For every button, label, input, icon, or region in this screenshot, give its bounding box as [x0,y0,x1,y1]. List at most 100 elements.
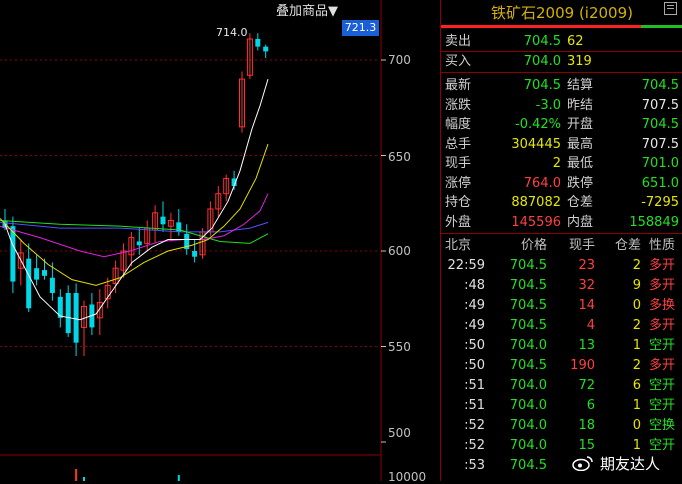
stat-value: 707.5 [641,136,679,152]
candle-body [136,241,142,246]
trade-type: 多开 [649,278,676,293]
trade-type: 多开 [649,318,676,333]
stat-value: 2 [552,156,561,171]
trade-time: :50 [464,358,485,373]
trade-price: 704.5 [509,258,547,273]
trade-row[interactable]: :48 704.5 32 9 多开 [441,276,682,296]
trade-row[interactable]: :52 704.0 18 0 空换 [441,416,682,436]
ma-line-yellow [0,143,269,286]
header-vol: 现手 [568,238,595,253]
stat-label: 昨结 [567,97,594,113]
overlay-commodity-button[interactable]: 叠加商品▼ [276,0,338,19]
trade-type: 多开 [649,358,676,373]
trade-volume: 32 [578,278,595,293]
trade-oi-change: 1 [632,338,641,353]
stat-label: 最新 [445,78,472,93]
sell-ratio-bar [641,25,682,28]
trade-price: 704.0 [509,398,547,413]
trade-volume: 18 [578,418,595,433]
header-price: 价格 [520,238,547,253]
stat-value: 887082 [511,195,561,210]
trade-row[interactable]: :50 704.5 190 2 多开 [441,356,682,376]
trade-row[interactable]: :51 704.0 72 6 空开 [441,376,682,396]
trade-time: :52 [464,418,485,433]
stats-row: 涨停 764.0 跌停 651.0 [441,174,682,193]
stat-value: 304445 [511,136,561,152]
y-tick-volume: 10000 [388,470,427,484]
kline-chart-canvas[interactable] [0,0,438,481]
trade-time: :49 [464,318,485,333]
high-price-label: 714.0 [216,26,248,39]
stat-label: 最高 [567,136,594,152]
stat-label: 开盘 [567,117,594,132]
stats-row: 持仓 887082 仓差 -7295 [441,193,682,212]
candle-body [49,277,55,294]
stats-row: 现手 2 最低 701.0 [441,154,682,173]
stat-label: 持仓 [445,195,472,210]
stat-label: 外盘 [445,214,472,230]
trade-type: 多换 [649,298,676,313]
trade-type: 空开 [649,398,676,413]
stat-label: 幅度 [445,117,472,132]
trade-volume: 72 [578,378,595,393]
ma-line-white [4,78,269,321]
trade-oi-change: 0 [632,418,641,433]
trade-time: :49 [464,298,485,313]
trade-type: 多开 [649,258,676,273]
trade-time: :50 [464,338,485,353]
sell-qty: 62 [567,34,584,49]
candle-body [263,46,269,52]
candle-body [73,293,79,343]
stat-label: 涨跌 [445,97,472,113]
y-tick-600: 600 [388,244,411,258]
header-oi: 仓差 [614,238,641,253]
header-time: 北京 [445,238,472,253]
stat-label: 涨停 [445,175,472,191]
stat-label: 最低 [567,156,594,171]
stat-label: 仓差 [567,195,594,210]
stat-value: 701.0 [641,156,679,171]
trade-volume: 4 [586,318,595,333]
trade-row[interactable]: :50 704.0 13 1 空开 [441,336,682,356]
trade-time: :51 [464,378,485,393]
buy-price: 704.0 [523,54,561,69]
stat-label: 现手 [445,156,472,171]
stat-value: 704.5 [523,78,561,93]
trade-time: :51 [464,398,485,413]
trade-row[interactable]: :49 704.5 4 2 多开 [441,316,682,336]
stat-label: 内盘 [567,214,594,230]
stat-value: -3.0 [535,97,561,113]
buy-ratio-bar [441,25,641,28]
trade-time: 22:59 [447,258,485,273]
y-tick-650: 650 [388,150,411,164]
trade-volume: 6 [586,398,595,413]
trade-row[interactable]: 22:59 704.5 23 2 多开 [441,256,682,276]
trade-type: 空换 [649,418,676,433]
stat-label: 总手 [445,136,472,152]
stat-value: -0.42% [515,117,561,132]
trade-volume: 13 [578,338,595,353]
stats-row: 幅度 -0.42% 开盘 704.5 [441,115,682,134]
trade-oi-change: 2 [632,358,641,373]
trades-header: 北京 价格 现手 仓差 性质 [441,236,682,256]
quote-panel: 铁矿石2009 (i2009) 卖出 704.5 62 买入 704.0 319… [440,0,682,481]
trade-price: 704.0 [509,378,547,393]
current-price-tag: 721.3 [342,20,379,36]
y-tick-700: 700 [388,53,411,67]
trade-row[interactable]: :49 704.5 14 0 多换 [441,296,682,316]
trade-volume: 15 [578,438,595,453]
trade-row[interactable]: :51 704.0 6 1 空开 [441,396,682,416]
trade-price: 704.0 [509,418,547,433]
menu-icon[interactable] [664,2,677,15]
sell-row: 卖出 704.5 62 [441,32,682,51]
trade-price: 704.0 [509,338,547,353]
kline-chart[interactable]: 叠加商品▼ 721.3 714.0 700 650 600 550 500 10… [0,0,438,484]
trade-oi-change: 2 [632,258,641,273]
y-tick-500: 500 [388,426,411,440]
candle-body [255,38,261,47]
buy-row: 买入 704.0 319 [441,52,682,71]
stat-label: 结算 [567,78,594,93]
candle-body [192,251,198,257]
trade-type: 空开 [649,378,676,393]
trade-volume: 23 [578,258,595,273]
